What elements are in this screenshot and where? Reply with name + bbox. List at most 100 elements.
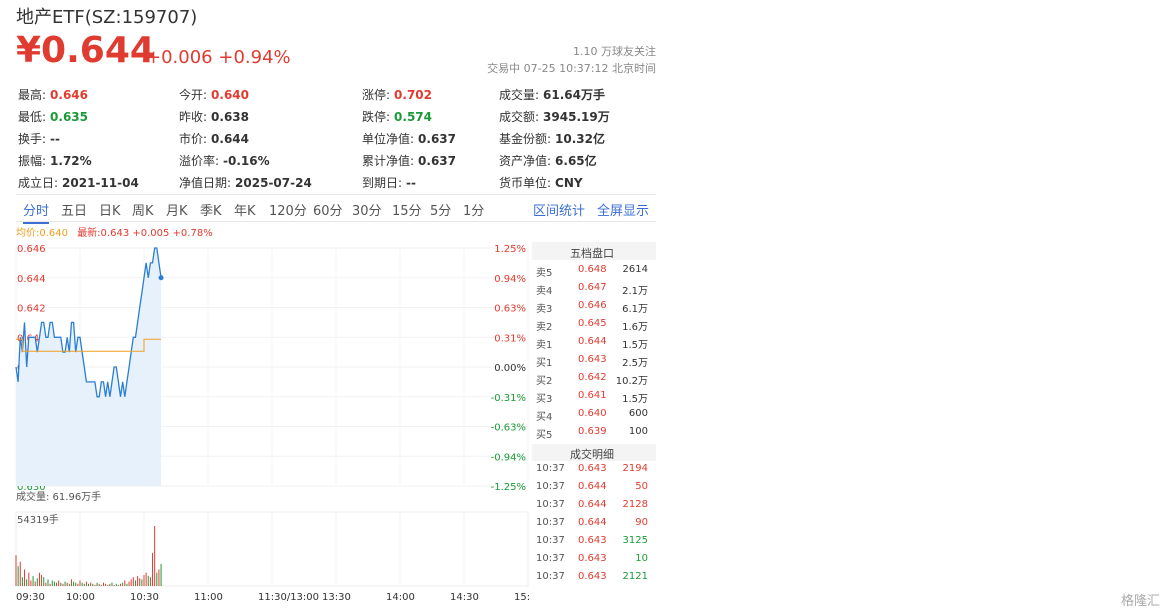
tab-period-3[interactable]: 周K	[132, 200, 154, 219]
quote-field: 到期日: --	[362, 174, 416, 191]
quote-label: 市价:	[179, 132, 208, 146]
quote-field: 市价: 0.644	[179, 130, 249, 147]
time-tick-label: 11:00	[194, 592, 223, 603]
tab-period-4[interactable]: 月K	[166, 200, 188, 219]
quote-value: 1.72%	[50, 154, 92, 168]
price-tick-label: 0.646	[17, 244, 46, 255]
tab-period-6[interactable]: 年K	[234, 200, 256, 219]
quote-value: 10.32亿	[555, 132, 606, 146]
tab-period-1[interactable]: 五日	[61, 200, 87, 219]
quote-label: 成交量:	[499, 88, 540, 102]
quote-label: 净值日期:	[179, 176, 232, 190]
orderbook-row-price: 0.641	[578, 390, 607, 401]
quote-field: 资产净值: 6.65亿	[499, 152, 597, 169]
orderbook-row-label: 买3	[536, 394, 553, 405]
tab-period-8[interactable]: 60分	[313, 200, 343, 219]
quote-label: 单位净值:	[362, 132, 415, 146]
trade-volume: 3125	[622, 535, 648, 546]
volume-max-label: 54319手	[17, 513, 59, 526]
chart-tabs: 分时 五日 日K 周K 月K 季K 年K 120分 60分 30分 15分 5分 1分 区间统计 全屏显示	[16, 194, 656, 224]
trades-title: 成交明细	[570, 448, 614, 461]
trade-price: 0.644	[578, 517, 607, 528]
quote-label: 振幅:	[18, 154, 47, 168]
orderbook-row-volume: 6.1万	[622, 304, 648, 315]
trade-price: 0.644	[578, 499, 607, 510]
quote-label: 溢价率:	[179, 154, 220, 168]
quote-value: 2025-07-24	[235, 176, 312, 190]
orderbook-row-volume: 100	[628, 426, 648, 437]
orderbook-row-price: 0.642	[578, 372, 607, 383]
time-tick-label: 15:00	[514, 592, 530, 603]
change-percent: +0.94%	[218, 47, 291, 68]
quote-label: 跌停:	[362, 110, 391, 124]
orderbook-row-price: 0.643	[578, 354, 607, 365]
orderbook-row-volume: 1.5万	[622, 340, 648, 351]
trade-volume: 50	[635, 481, 648, 492]
time-tick-label: 10:30	[130, 592, 159, 603]
quote-value: 0.702	[394, 88, 433, 102]
quote-field: 涨停: 0.702	[362, 86, 432, 103]
trade-time: 10:37	[536, 517, 565, 528]
tab-intraday[interactable]: 分时	[23, 200, 50, 224]
quote-field: 最低: 0.635	[18, 108, 88, 125]
tab-period-5[interactable]: 季K	[200, 200, 222, 219]
quote-label: 涨停:	[362, 88, 391, 102]
quote-field: 基金份额: 10.32亿	[499, 130, 605, 147]
quote-field: 溢价率: -0.16%	[179, 152, 270, 169]
current-price: ¥0.644	[16, 30, 155, 71]
latest-point	[158, 275, 164, 281]
quote-label: 换手:	[18, 132, 47, 146]
quote-field: 成交额: 3945.19万	[499, 108, 610, 125]
trade-price: 0.644	[578, 481, 607, 492]
quote-field: 最高: 0.646	[18, 86, 88, 103]
volume-label: 成交量: 61.96万手	[16, 490, 101, 503]
time-tick-label: 14:30	[450, 592, 479, 603]
quote-label: 资产净值:	[499, 154, 552, 168]
quote-field: 单位净值: 0.637	[362, 130, 456, 147]
quote-value: 0.635	[50, 110, 89, 124]
orderbook-row-label: 卖5	[536, 268, 553, 279]
pct-tick-label: 0.00%	[494, 363, 526, 374]
tab-period-9[interactable]: 30分	[352, 200, 382, 219]
price-change: +0.006 +0.94%	[146, 47, 291, 68]
quote-value: 0.640	[211, 88, 250, 102]
quote-value: CNY	[555, 176, 583, 190]
quote-label: 最高:	[18, 88, 47, 102]
quote-field: 成立日: 2021-11-04	[18, 174, 139, 191]
quote-value: --	[406, 176, 417, 190]
quote-value: 0.638	[211, 110, 250, 124]
orderbook-row-label: 买2	[536, 376, 553, 387]
quote-value: 0.644	[211, 132, 250, 146]
tab-period-7[interactable]: 120分	[269, 200, 307, 219]
quote-field: 今开: 0.640	[179, 86, 249, 103]
range-stats-link[interactable]: 区间统计	[533, 200, 585, 219]
fullscreen-link[interactable]: 全屏显示	[597, 200, 649, 219]
quote-field: 净值日期: 2025-07-24	[179, 174, 312, 191]
page-title: 地产ETF(SZ:159707)	[16, 7, 198, 28]
pct-tick-label: -0.31%	[491, 393, 526, 404]
quote-value: 61.64万手	[543, 88, 606, 102]
trade-time: 10:37	[536, 481, 565, 492]
trade-price: 0.643	[578, 571, 607, 582]
tab-period-11[interactable]: 5分	[430, 200, 451, 219]
tab-period-12[interactable]: 1分	[463, 200, 484, 219]
trade-time: 10:37	[536, 571, 565, 582]
quote-field: 换手: --	[18, 130, 60, 147]
tab-period-2[interactable]: 日K	[99, 200, 121, 219]
pct-tick-label: -0.94%	[491, 452, 526, 463]
quote-value: 3945.19万	[543, 110, 610, 124]
pct-tick-label: 0.31%	[494, 333, 526, 344]
tab-period-10[interactable]: 15分	[392, 200, 422, 219]
trade-volume: 2121	[622, 571, 648, 582]
quote-label: 最低:	[18, 110, 47, 124]
orderbook-row-label: 买4	[536, 412, 553, 423]
time-tick-label: 13:30	[322, 592, 351, 603]
intraday-chart[interactable]: 0.6461.25%0.6440.94%0.6420.63%0.6400.31%…	[0, 236, 530, 606]
orderbook-row-price: 0.640	[578, 408, 607, 419]
quote-label: 基金份额:	[499, 132, 552, 146]
orderbook-row-price: 0.639	[578, 426, 607, 437]
orderbook-row-volume: 2.5万	[622, 358, 648, 369]
quote-value: 0.637	[418, 154, 457, 168]
orderbook-row-price: 0.644	[578, 336, 607, 347]
trade-volume: 2194	[622, 463, 648, 474]
